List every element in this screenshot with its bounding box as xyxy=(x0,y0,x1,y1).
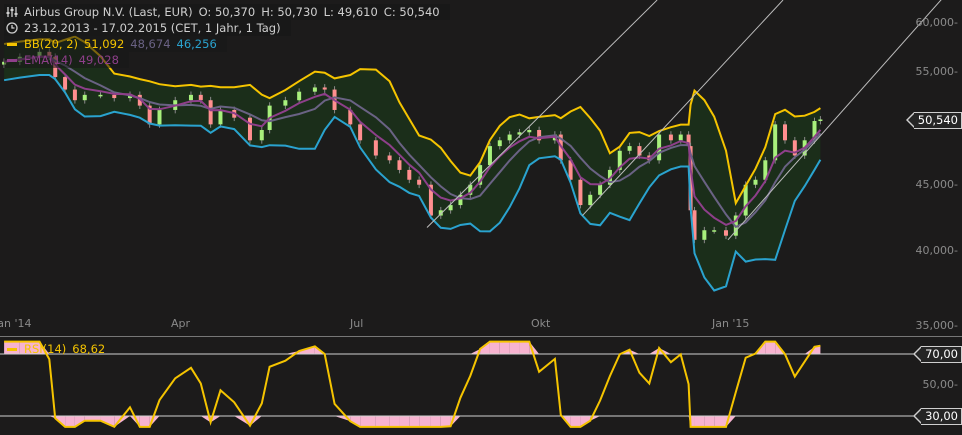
y-tick-label: 60,000- xyxy=(915,16,958,29)
candle xyxy=(283,100,288,106)
candle xyxy=(157,109,162,125)
rsi-oversold-fill xyxy=(714,416,726,427)
candle xyxy=(782,124,787,141)
ema-label: EMA(14) xyxy=(24,53,73,67)
candle xyxy=(72,89,77,101)
clock-icon xyxy=(6,22,18,34)
rsi-oversold-fill xyxy=(570,416,581,427)
rsi-oversold-fill xyxy=(409,416,420,427)
y-tick-label: 55,000- xyxy=(915,64,958,78)
candle xyxy=(373,140,378,156)
rsi-overbought-fill xyxy=(519,341,530,354)
candle xyxy=(598,184,603,195)
candle xyxy=(322,87,327,90)
rsi-color-swatch-icon xyxy=(6,343,18,355)
x-tick-label: Jan '15 xyxy=(711,317,750,330)
candle xyxy=(218,109,223,125)
rsi-overbought-fill xyxy=(499,341,510,354)
rsi-oversold-fill xyxy=(419,416,431,427)
rsi-oversold-fill xyxy=(139,416,150,427)
candle xyxy=(358,124,363,141)
candle xyxy=(723,230,728,236)
candle xyxy=(397,160,402,170)
candle xyxy=(247,117,252,141)
bb-label: BB(20, 2) xyxy=(24,37,79,51)
instrument-name: Airbus Group N.V. (Last, EUR) xyxy=(24,5,193,19)
last-price-tag: 50,540 xyxy=(905,112,962,129)
ema-value: 49,028 xyxy=(78,53,119,67)
candle xyxy=(417,179,422,185)
candle xyxy=(188,94,193,101)
rsi-overbought-fill xyxy=(489,341,500,354)
date-range: 23.12.2013 - 17.02.2015 (CET, 1 Jahr, 1 … xyxy=(24,21,281,35)
candle xyxy=(588,194,593,206)
y-tick-label: 40,000- xyxy=(915,243,958,257)
rsi-30-tag: 30,00 xyxy=(913,408,962,425)
bb-legend[interactable]: BB(20, 2) 51,092 48,674 46,256 xyxy=(4,36,227,52)
rsi-oversold-fill xyxy=(65,416,75,427)
x-tick-label: Okt xyxy=(530,317,551,330)
open-value: O: 50,370 xyxy=(198,5,256,19)
candle xyxy=(63,77,68,90)
candle xyxy=(259,130,264,141)
bb-middle-value: 48,674 xyxy=(130,37,171,51)
candle xyxy=(678,134,683,141)
candle xyxy=(507,134,512,141)
candle xyxy=(818,119,823,122)
x-tick-label: Jan '14 xyxy=(0,317,32,330)
ema-color-swatch-icon xyxy=(6,54,18,66)
x-tick-label: Apr xyxy=(171,317,191,330)
rsi-oversold-fill xyxy=(389,416,400,427)
rsi-oversold-fill xyxy=(440,416,451,427)
rsi-oversold-fill xyxy=(375,416,390,427)
rsi-tick-label: 50,00- xyxy=(922,378,958,391)
candle xyxy=(198,94,203,101)
legend-stack: Airbus Group N.V. (Last, EUR) O: 50,370 H:… xyxy=(4,4,450,68)
candle xyxy=(527,130,532,133)
candle xyxy=(487,146,492,166)
x-tick-label: Jul xyxy=(350,317,364,330)
candle xyxy=(627,146,632,151)
candle xyxy=(712,230,717,232)
y-tick-label: 35,000- xyxy=(915,319,958,332)
high-value: H: 50,730 xyxy=(261,5,318,19)
bb-upper-value: 51,092 xyxy=(84,37,125,51)
instrument-legend: Airbus Group N.V. (Last, EUR) O: 50,370 H:… xyxy=(4,4,450,20)
rsi-oversold-fill xyxy=(430,416,441,427)
range-legend: 23.12.2013 - 17.02.2015 (CET, 1 Jahr, 1 … xyxy=(4,20,291,36)
candle xyxy=(82,94,87,101)
rsi-oversold-fill xyxy=(399,416,410,427)
candle xyxy=(312,87,317,92)
close-value: C: 50,540 xyxy=(383,5,440,19)
rsi-oversold-fill xyxy=(360,416,376,427)
low-value: L: 49,610 xyxy=(323,5,378,19)
candle xyxy=(112,94,117,99)
bb-lower-value: 46,256 xyxy=(176,37,217,51)
rsi-label: RSI(14) xyxy=(24,342,67,356)
y-tick-label: 45,000- xyxy=(915,177,958,191)
candle xyxy=(98,94,103,97)
bar-chart-settings-icon[interactable] xyxy=(6,6,18,18)
bb-color-swatch-icon xyxy=(6,38,18,50)
rsi-overbought-fill xyxy=(509,341,520,354)
candle xyxy=(208,100,213,125)
rsi-oversold-fill xyxy=(694,416,705,427)
rsi-70-tag: 70,00 xyxy=(913,346,962,363)
candle xyxy=(668,134,673,141)
candle xyxy=(497,140,502,147)
candle xyxy=(407,169,412,180)
rsi-overbought-fill xyxy=(765,341,776,354)
candle xyxy=(387,155,392,161)
rsi-legend[interactable]: RSI(14) 68,62 xyxy=(4,341,115,357)
candle xyxy=(297,91,302,101)
rsi-value: 68,62 xyxy=(72,342,106,356)
candle xyxy=(578,179,583,206)
bollinger-band-fill xyxy=(4,36,821,291)
candle xyxy=(773,124,778,161)
candle xyxy=(753,179,758,185)
rsi-oversold-fill xyxy=(704,416,715,427)
candle xyxy=(702,230,707,240)
ema-legend[interactable]: EMA(14) 49,028 xyxy=(4,52,129,68)
